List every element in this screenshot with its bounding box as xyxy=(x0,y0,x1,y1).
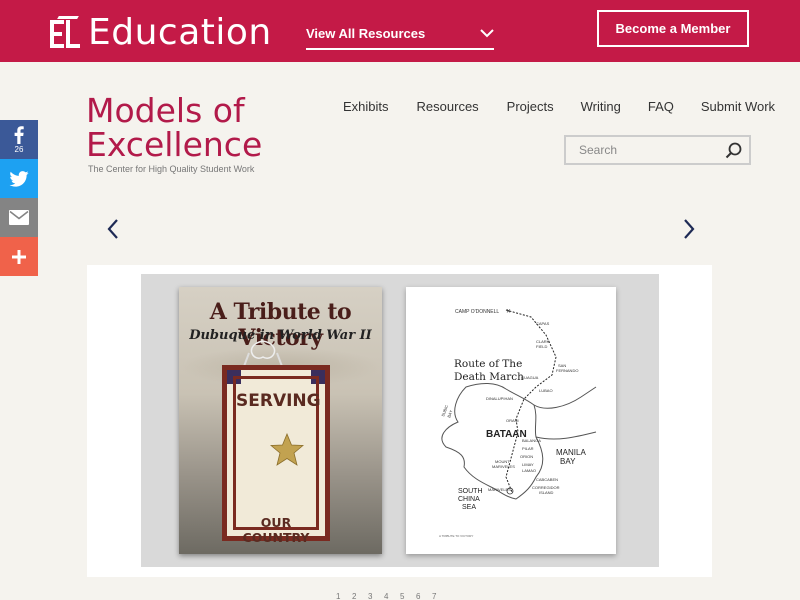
map-page: CAMP O'DONNELL CAPAS CLARK FIELD SAN FER… xyxy=(406,287,616,554)
map-label-camp: CAMP O'DONNELL xyxy=(455,309,499,315)
map-label-orani: ORANI xyxy=(506,418,519,423)
nav-submit-work[interactable]: Submit Work xyxy=(701,99,775,114)
search-icon[interactable] xyxy=(725,142,743,160)
nav-resources[interactable]: Resources xyxy=(417,99,479,114)
top-bar: Education View All Resources Become a Me… xyxy=(0,0,800,62)
resources-dropdown-label: View All Resources xyxy=(306,26,426,41)
map-label-pilar: PILAR xyxy=(522,446,534,451)
map-label-balanga: BALANGA xyxy=(522,438,541,443)
chevron-left-icon[interactable] xyxy=(104,218,124,240)
plus-icon xyxy=(12,249,26,264)
map-label-guagua: GUAGUA xyxy=(521,375,539,380)
map-label-island: ISLAND xyxy=(539,490,554,495)
map-label-dinalupihan: DINALUPIHAN xyxy=(486,396,513,401)
banner-bottom-text: OUR COUNTRY xyxy=(242,515,310,545)
chevron-right-icon[interactable] xyxy=(678,218,698,240)
search-input[interactable] xyxy=(566,137,716,163)
map-label-south: SOUTH xyxy=(458,488,483,495)
more-share-button[interactable] xyxy=(0,237,38,276)
nav-exhibits[interactable]: Exhibits xyxy=(343,99,389,114)
service-banner: SERVING OUR COUNTRY xyxy=(222,365,330,545)
map-label-cabcaben: CABCABEN xyxy=(536,477,558,482)
map-label-china: CHINA xyxy=(458,496,480,503)
map-heading-line2: Death March xyxy=(454,371,524,383)
el-education-logo[interactable]: Education xyxy=(50,12,272,53)
banner-top-text: SERVING xyxy=(236,391,321,411)
page-indicator[interactable]: 4 xyxy=(384,592,391,600)
chevron-down-icon xyxy=(480,29,494,38)
map-heading-line1: Route of The xyxy=(454,358,522,370)
social-share-bar: 26 xyxy=(0,120,38,276)
map-label-limay: LIMAY xyxy=(522,462,534,467)
page-indicator[interactable]: 3 xyxy=(368,592,375,600)
map-page-footer: A TRIBUTE TO VICTORY xyxy=(439,534,473,538)
banner-frame: SERVING OUR COUNTRY xyxy=(233,376,321,545)
become-member-button[interactable]: Become a Member xyxy=(597,10,749,47)
map-label-orion: ORION xyxy=(520,454,533,459)
gold-star-icon xyxy=(270,433,304,466)
facebook-icon xyxy=(14,125,24,144)
search-box xyxy=(564,135,751,165)
nav-projects[interactable]: Projects xyxy=(507,99,554,114)
site-subtitle: The Center for High Quality Student Work xyxy=(88,164,255,174)
site-title[interactable]: Models of Excellence xyxy=(86,94,262,162)
map-label-manila: MANILA xyxy=(556,448,586,457)
death-march-route-map: CAMP O'DONNELL CAPAS CLARK FIELD SAN FER… xyxy=(439,309,597,538)
page-indicator[interactable]: 1 xyxy=(336,592,343,600)
page-indicator[interactable]: 6 xyxy=(416,592,423,600)
map-label-bataan: BATAAN xyxy=(486,429,527,440)
map-label-bay: BAY xyxy=(560,457,576,466)
site-title-line1: Models of xyxy=(86,91,245,130)
map-label-mariveles-mt: MARIVELES xyxy=(492,464,515,469)
start-marker-icon: ✕ xyxy=(506,309,511,315)
book-cover: A Tribute to Victory Dubuque in World Wa… xyxy=(179,287,382,554)
nav-writing[interactable]: Writing xyxy=(581,99,621,114)
map-label-field: FIELD xyxy=(536,344,547,349)
page-indicator[interactable]: 7 xyxy=(432,592,439,600)
site-title-line2: Excellence xyxy=(86,125,263,164)
carousel-pagination: 1 2 3 4 5 6 7 xyxy=(336,592,448,600)
email-share-button[interactable] xyxy=(0,198,38,237)
map-label-lamao: LAMAO xyxy=(522,468,536,473)
page-indicator[interactable]: 5 xyxy=(400,592,407,600)
page-indicator[interactable]: 2 xyxy=(352,592,359,600)
map-label-sea: SEA xyxy=(462,504,476,511)
twitter-icon xyxy=(9,170,29,187)
email-icon xyxy=(9,210,29,225)
el-logo-icon xyxy=(50,15,82,50)
map-label-lubao: LUBAO xyxy=(539,388,553,393)
facebook-share-button[interactable]: 26 xyxy=(0,120,38,159)
twitter-share-button[interactable] xyxy=(0,159,38,198)
map-label-fernando: FERNANDO xyxy=(556,368,578,373)
brand-name: Education xyxy=(88,12,272,53)
nav-faq[interactable]: FAQ xyxy=(648,99,674,114)
view-all-resources-dropdown[interactable]: View All Resources xyxy=(306,18,494,50)
facebook-share-count: 26 xyxy=(14,144,24,154)
map-label-capas: CAPAS xyxy=(536,321,550,326)
main-nav: Exhibits Resources Projects Writing FAQ … xyxy=(343,99,775,114)
